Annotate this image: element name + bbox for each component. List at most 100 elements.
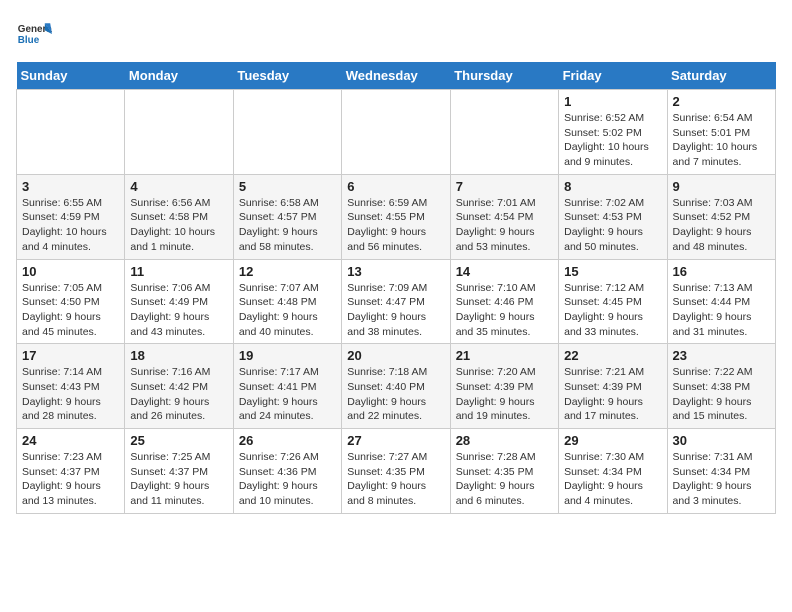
day-info: Sunrise: 7:27 AMSunset: 4:35 PMDaylight:…: [347, 450, 444, 509]
calendar-header-friday: Friday: [559, 62, 667, 90]
day-number: 26: [239, 433, 336, 448]
calendar-cell: [342, 90, 450, 175]
day-number: 21: [456, 348, 553, 363]
day-info: Sunrise: 6:52 AMSunset: 5:02 PMDaylight:…: [564, 111, 661, 170]
day-number: 30: [673, 433, 770, 448]
day-number: 10: [22, 264, 119, 279]
day-info: Sunrise: 6:56 AMSunset: 4:58 PMDaylight:…: [130, 196, 227, 255]
svg-text:Blue: Blue: [18, 35, 40, 46]
day-number: 18: [130, 348, 227, 363]
day-info: Sunrise: 7:05 AMSunset: 4:50 PMDaylight:…: [22, 281, 119, 340]
day-number: 16: [673, 264, 770, 279]
day-info: Sunrise: 6:54 AMSunset: 5:01 PMDaylight:…: [673, 111, 770, 170]
day-info: Sunrise: 7:03 AMSunset: 4:52 PMDaylight:…: [673, 196, 770, 255]
calendar-cell: 19Sunrise: 7:17 AMSunset: 4:41 PMDayligh…: [233, 344, 341, 429]
calendar-cell: 26 Sunrise: 7:26 AMSunset: 4:36 PMDayligh…: [233, 429, 341, 514]
day-number: 27: [347, 433, 444, 448]
logo-icon: General Blue: [16, 16, 52, 52]
calendar-cell: 14 Sunrise: 7:10 AMSunset: 4:46 PMDayligh…: [450, 259, 558, 344]
day-number: 12: [239, 264, 336, 279]
calendar-cell: [233, 90, 341, 175]
day-info: Sunrise: 7:16 AMSunset: 4:42 PMDaylight:…: [130, 365, 227, 424]
calendar-cell: 7 Sunrise: 7:01 AMSunset: 4:54 PMDaylight…: [450, 174, 558, 259]
day-number: 6: [347, 179, 444, 194]
day-info: Sunrise: 7:28 AMSunset: 4:35 PMDaylight:…: [456, 450, 553, 509]
day-number: 22: [564, 348, 661, 363]
calendar-header-row: SundayMondayTuesdayWednesdayThursdayFrid…: [17, 62, 776, 90]
calendar-cell: 20 Sunrise: 7:18 AMSunset: 4:40 PMDayligh…: [342, 344, 450, 429]
calendar-header-wednesday: Wednesday: [342, 62, 450, 90]
calendar-table: SundayMondayTuesdayWednesdayThursdayFrid…: [16, 62, 776, 514]
day-info: Sunrise: 7:14 AMSunset: 4:43 PMDaylight:…: [22, 365, 119, 424]
calendar-cell: 4 Sunrise: 6:56 AMSunset: 4:58 PMDaylight…: [125, 174, 233, 259]
day-number: 4: [130, 179, 227, 194]
day-info: Sunrise: 7:26 AMSunset: 4:36 PMDaylight:…: [239, 450, 336, 509]
calendar-cell: [450, 90, 558, 175]
day-number: 7: [456, 179, 553, 194]
day-info: Sunrise: 7:22 AMSunset: 4:38 PMDaylight:…: [673, 365, 770, 424]
calendar-cell: [17, 90, 125, 175]
day-number: 3: [22, 179, 119, 194]
calendar-cell: 13Sunrise: 7:09 AMSunset: 4:47 PMDayligh…: [342, 259, 450, 344]
calendar-cell: 9 Sunrise: 7:03 AMSunset: 4:52 PMDaylight…: [667, 174, 775, 259]
calendar-cell: 30 Sunrise: 7:31 AMSunset: 4:34 PMDayligh…: [667, 429, 775, 514]
day-info: Sunrise: 7:10 AMSunset: 4:46 PMDaylight:…: [456, 281, 553, 340]
day-info: Sunrise: 7:02 AMSunset: 4:53 PMDaylight:…: [564, 196, 661, 255]
calendar-cell: 3 Sunrise: 6:55 AMSunset: 4:59 PMDaylight…: [17, 174, 125, 259]
page-header: General Blue: [16, 16, 776, 52]
calendar-cell: 11Sunrise: 7:06 AMSunset: 4:49 PMDayligh…: [125, 259, 233, 344]
calendar-cell: 24Sunrise: 7:23 AMSunset: 4:37 PMDayligh…: [17, 429, 125, 514]
day-info: Sunrise: 7:13 AMSunset: 4:44 PMDaylight:…: [673, 281, 770, 340]
calendar-cell: 5 Sunrise: 6:58 AMSunset: 4:57 PMDaylight…: [233, 174, 341, 259]
calendar-cell: 6 Sunrise: 6:59 AMSunset: 4:55 PMDaylight…: [342, 174, 450, 259]
day-number: 20: [347, 348, 444, 363]
calendar-cell: 28 Sunrise: 7:28 AMSunset: 4:35 PMDayligh…: [450, 429, 558, 514]
day-number: 19: [239, 348, 336, 363]
day-info: Sunrise: 7:09 AMSunset: 4:47 PMDaylight:…: [347, 281, 444, 340]
day-number: 23: [673, 348, 770, 363]
calendar-cell: 27 Sunrise: 7:27 AMSunset: 4:35 PMDayligh…: [342, 429, 450, 514]
day-number: 5: [239, 179, 336, 194]
calendar-cell: 29 Sunrise: 7:30 AMSunset: 4:34 PMDayligh…: [559, 429, 667, 514]
day-number: 25: [130, 433, 227, 448]
calendar-header-monday: Monday: [125, 62, 233, 90]
day-info: Sunrise: 7:25 AMSunset: 4:37 PMDaylight:…: [130, 450, 227, 509]
calendar-cell: 21 Sunrise: 7:20 AMSunset: 4:39 PMDayligh…: [450, 344, 558, 429]
day-info: Sunrise: 6:59 AMSunset: 4:55 PMDaylight:…: [347, 196, 444, 255]
day-number: 24: [22, 433, 119, 448]
day-info: Sunrise: 7:21 AMSunset: 4:39 PMDaylight:…: [564, 365, 661, 424]
day-number: 28: [456, 433, 553, 448]
day-info: Sunrise: 7:31 AMSunset: 4:34 PMDaylight:…: [673, 450, 770, 509]
calendar-week-row: 3 Sunrise: 6:55 AMSunset: 4:59 PMDaylight…: [17, 174, 776, 259]
calendar-week-row: 24Sunrise: 7:23 AMSunset: 4:37 PMDayligh…: [17, 429, 776, 514]
calendar-cell: 8 Sunrise: 7:02 AMSunset: 4:53 PMDaylight…: [559, 174, 667, 259]
day-number: 14: [456, 264, 553, 279]
calendar-cell: [125, 90, 233, 175]
day-info: Sunrise: 7:20 AMSunset: 4:39 PMDaylight:…: [456, 365, 553, 424]
day-info: Sunrise: 7:12 AMSunset: 4:45 PMDaylight:…: [564, 281, 661, 340]
calendar-cell: 25 Sunrise: 7:25 AMSunset: 4:37 PMDayligh…: [125, 429, 233, 514]
day-info: Sunrise: 6:55 AMSunset: 4:59 PMDaylight:…: [22, 196, 119, 255]
calendar-header-sunday: Sunday: [17, 62, 125, 90]
calendar-cell: 1Sunrise: 6:52 AMSunset: 5:02 PMDaylight…: [559, 90, 667, 175]
day-info: Sunrise: 7:30 AMSunset: 4:34 PMDaylight:…: [564, 450, 661, 509]
day-number: 2: [673, 94, 770, 109]
calendar-header-thursday: Thursday: [450, 62, 558, 90]
day-number: 8: [564, 179, 661, 194]
day-number: 17: [22, 348, 119, 363]
day-info: Sunrise: 7:01 AMSunset: 4:54 PMDaylight:…: [456, 196, 553, 255]
calendar-week-row: 17 Sunrise: 7:14 AMSunset: 4:43 PMDayligh…: [17, 344, 776, 429]
day-number: 29: [564, 433, 661, 448]
day-info: Sunrise: 6:58 AMSunset: 4:57 PMDaylight:…: [239, 196, 336, 255]
day-number: 9: [673, 179, 770, 194]
calendar-cell: 22 Sunrise: 7:21 AMSunset: 4:39 PMDayligh…: [559, 344, 667, 429]
calendar-header-saturday: Saturday: [667, 62, 775, 90]
calendar-cell: 16 Sunrise: 7:13 AMSunset: 4:44 PMDayligh…: [667, 259, 775, 344]
calendar-cell: 2 Sunrise: 6:54 AMSunset: 5:01 PMDaylight…: [667, 90, 775, 175]
calendar-cell: 10 Sunrise: 7:05 AMSunset: 4:50 PMDayligh…: [17, 259, 125, 344]
calendar-cell: 23 Sunrise: 7:22 AMSunset: 4:38 PMDayligh…: [667, 344, 775, 429]
calendar-cell: 18 Sunrise: 7:16 AMSunset: 4:42 PMDayligh…: [125, 344, 233, 429]
day-info: Sunrise: 7:18 AMSunset: 4:40 PMDaylight:…: [347, 365, 444, 424]
day-info: Sunrise: 7:07 AMSunset: 4:48 PMDaylight:…: [239, 281, 336, 340]
calendar-cell: 15Sunrise: 7:12 AMSunset: 4:45 PMDayligh…: [559, 259, 667, 344]
